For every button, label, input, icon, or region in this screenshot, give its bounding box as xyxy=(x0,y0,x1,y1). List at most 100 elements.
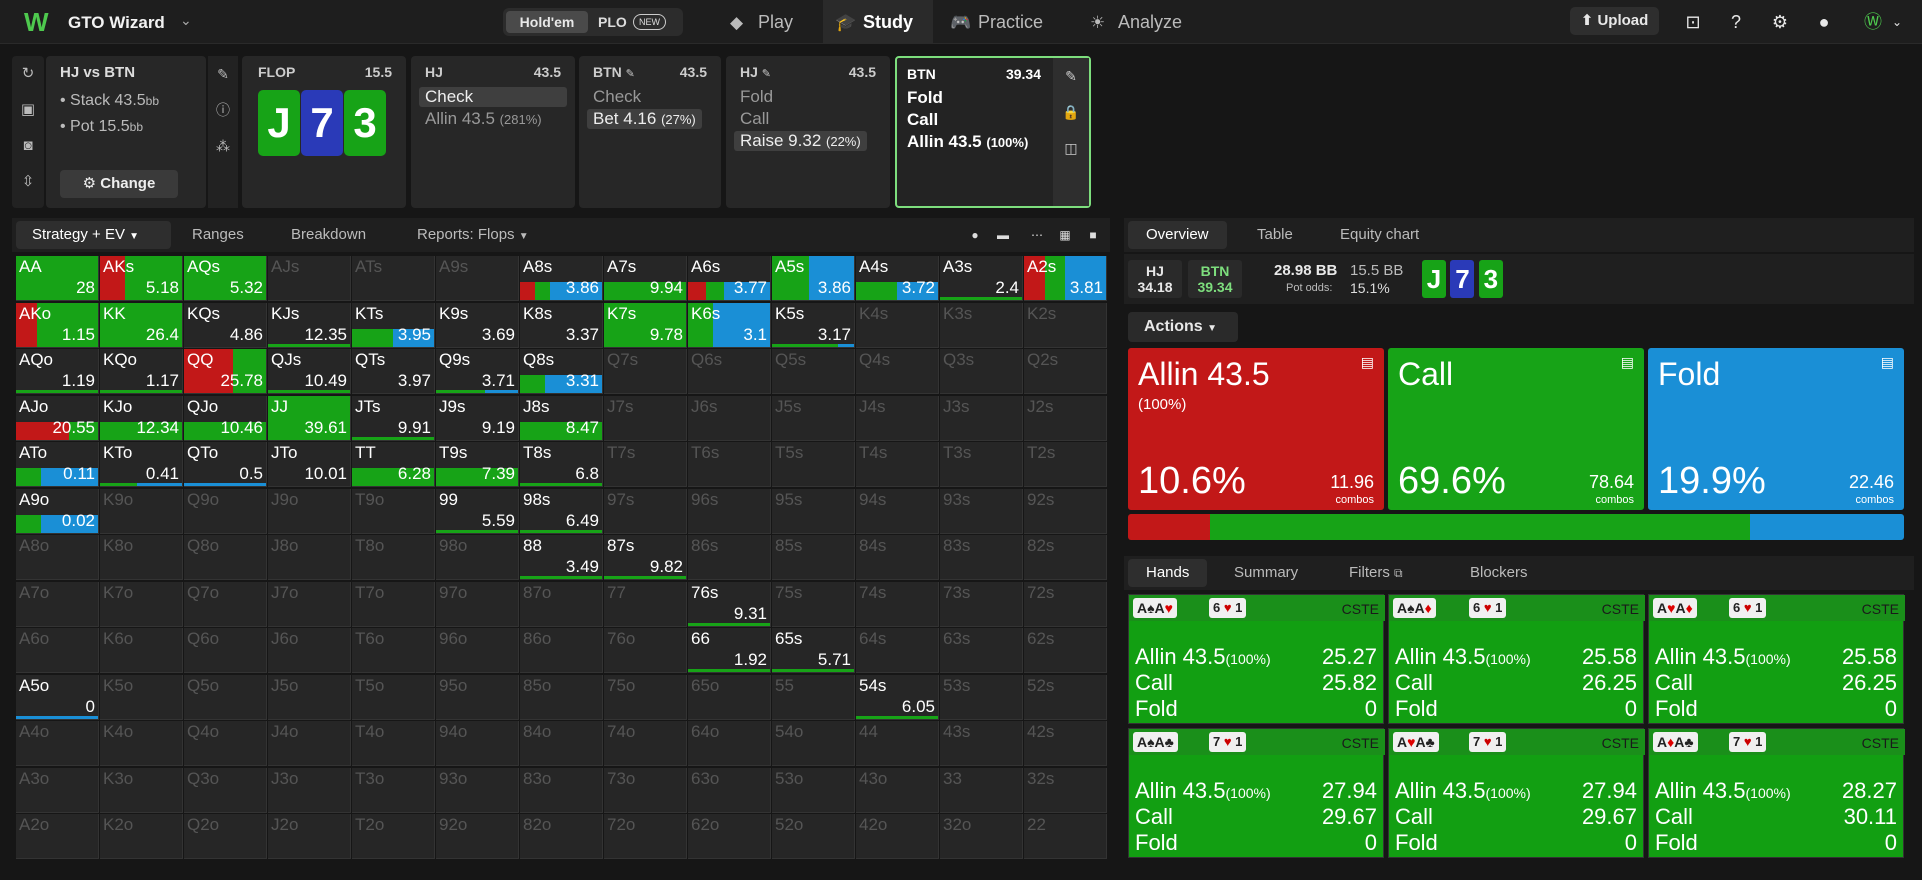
hand-cell[interactable]: JTo 10.01 xyxy=(268,442,351,487)
hand-cell[interactable]: T3s xyxy=(940,442,1023,487)
hand-cell[interactable]: 96s xyxy=(688,488,771,534)
tab-filters[interactable]: Filters ⧉ xyxy=(1349,564,1403,581)
hand-cell[interactable]: 63o xyxy=(688,767,771,813)
action-card-btn[interactable]: BTN ✎ 43.5 Check Bet 4.16 (27%) xyxy=(579,56,721,208)
hand-cell[interactable]: Q9o xyxy=(184,488,267,534)
hand-cell[interactable]: J6s xyxy=(688,395,771,441)
nav-study[interactable]: 🎓 Study xyxy=(823,0,933,44)
hand-cell[interactable]: 54s 6.05 xyxy=(856,674,939,720)
hand-cell[interactable]: 32o xyxy=(940,814,1023,859)
hand-cell[interactable]: KK 26.4 xyxy=(100,302,183,348)
hand-cell[interactable]: AKo 1.15 xyxy=(16,302,99,348)
hand-cell[interactable]: AKs 5.18 xyxy=(100,256,183,301)
hand-cell[interactable]: T6s xyxy=(688,442,771,487)
upload-button[interactable]: ⬆ Upload xyxy=(1570,7,1659,35)
hand-cell[interactable]: Q6o xyxy=(184,628,267,673)
help-icon[interactable]: ? xyxy=(1725,11,1747,33)
hand-cell[interactable]: 44 xyxy=(856,721,939,766)
hand-cell[interactable]: A6o xyxy=(16,628,99,673)
hand-cell[interactable]: 98s 6.49 xyxy=(520,488,603,534)
hand-cell[interactable]: Q5s xyxy=(772,349,855,394)
plo-tab[interactable]: PLO xyxy=(598,11,627,33)
hand-cell[interactable]: J6o xyxy=(268,628,351,673)
hand-cell[interactable]: K2o xyxy=(100,814,183,859)
hand-cell[interactable]: A4o xyxy=(16,721,99,766)
cards-view-icon[interactable]: ● xyxy=(964,225,986,245)
hand-cell[interactable]: K8o xyxy=(100,535,183,580)
hand-card[interactable]: A♥A♦ 6 ♥ 1 CSTE Allin 43.5(100%) 25.58 Call 26… xyxy=(1648,594,1905,724)
option-call[interactable]: Call xyxy=(734,109,775,129)
gamepad-icon[interactable]: ◙ xyxy=(12,128,44,164)
action-box-allin[interactable]: Allin 43.5 (100%) 10.6% 11.96 combos ▤ xyxy=(1128,348,1384,510)
holdem-tab[interactable]: Hold'em xyxy=(506,11,588,33)
hand-cell[interactable]: A2o xyxy=(16,814,99,859)
hand-cell[interactable]: 87o xyxy=(520,581,603,627)
hand-cell[interactable]: T9s 7.39 xyxy=(436,442,519,487)
hand-cell[interactable]: T8s 6.8 xyxy=(520,442,603,487)
hand-cell[interactable]: 94s xyxy=(856,488,939,534)
hand-cell[interactable]: J4s xyxy=(856,395,939,441)
settings-icon[interactable]: ⁂ xyxy=(208,128,238,164)
hand-cell[interactable]: J3s xyxy=(940,395,1023,441)
hand-cell[interactable]: T6o xyxy=(352,628,435,673)
tab-blockers[interactable]: Blockers xyxy=(1470,564,1528,581)
hand-cell[interactable]: 43s xyxy=(940,721,1023,766)
hand-card[interactable]: A♥A♣ 7 ♥ 1 CSTE Allin 43.5(100%) 27.94 Call 29… xyxy=(1388,728,1645,858)
hand-cell[interactable]: 86o xyxy=(520,628,603,673)
hand-cell[interactable]: AQo 1.19 xyxy=(16,349,99,394)
hand-cell[interactable]: A7o xyxy=(16,581,99,627)
hand-cell[interactable]: T7o xyxy=(352,581,435,627)
collapse-icon[interactable]: ⇳ xyxy=(12,164,44,200)
hand-cell[interactable]: 84o xyxy=(520,721,603,766)
user-icon[interactable]: ● xyxy=(1813,11,1835,33)
full-view-icon[interactable]: ■ xyxy=(1082,225,1104,245)
tab-table[interactable]: Table xyxy=(1257,226,1293,243)
hand-cell[interactable]: J5s xyxy=(772,395,855,441)
hand-cell[interactable]: 82s xyxy=(1024,535,1107,580)
hand-cell[interactable]: KQo 1.17 xyxy=(100,349,183,394)
option-allin[interactable]: Allin 43.5 (281%) xyxy=(419,109,548,129)
grid-icon[interactable]: ▦ xyxy=(1054,225,1076,245)
hand-cell[interactable]: K4o xyxy=(100,721,183,766)
hand-cell[interactable]: KJs 12.35 xyxy=(268,302,351,348)
reports-dropdown[interactable]: Reports: Flops ▼ xyxy=(417,226,529,243)
tab-hands[interactable]: Hands xyxy=(1128,559,1208,587)
info-icon[interactable]: ⓘ xyxy=(208,92,238,128)
hand-card[interactable]: A♠A♥ 6 ♥ 1 CSTE Allin 43.5(100%) 25.27 Call 25… xyxy=(1128,594,1385,724)
nav-practice[interactable]: 🎮 Practice xyxy=(950,0,1080,44)
hand-cell[interactable]: 43o xyxy=(856,767,939,813)
hand-cell[interactable]: A3o xyxy=(16,767,99,813)
hand-cell[interactable]: K5s 3.17 xyxy=(772,302,855,348)
hand-cell[interactable]: 73s xyxy=(940,581,1023,627)
hand-cell[interactable]: T3o xyxy=(352,767,435,813)
hand-cell[interactable]: J7o xyxy=(268,581,351,627)
hand-cell[interactable]: A5s 3.86 xyxy=(772,256,855,301)
reset-icon[interactable]: ↻ xyxy=(12,56,44,92)
hand-cell[interactable]: J7s xyxy=(604,395,687,441)
hand-cell[interactable]: J2s xyxy=(1024,395,1107,441)
hand-cell[interactable]: T5s xyxy=(772,442,855,487)
hand-cell[interactable]: 55 xyxy=(772,674,855,720)
flop-card[interactable]: FLOP 15.5 J73 xyxy=(242,56,406,208)
hand-cell[interactable]: 95s xyxy=(772,488,855,534)
hand-cell[interactable]: 87s 9.82 xyxy=(604,535,687,580)
details-icon[interactable]: ▤ xyxy=(1621,354,1634,371)
option-call[interactable]: Call xyxy=(901,110,944,130)
hand-cell[interactable]: 97s xyxy=(604,488,687,534)
hand-cell[interactable]: 84s xyxy=(856,535,939,580)
tab-equity-chart[interactable]: Equity chart xyxy=(1340,226,1419,243)
hand-cell[interactable]: 92o xyxy=(436,814,519,859)
tab-ranges[interactable]: Ranges xyxy=(192,226,244,243)
hand-cell[interactable]: A3s 2.4 xyxy=(940,256,1023,301)
option-bet[interactable]: Bet 4.16 (27%) xyxy=(587,109,702,129)
gear-icon[interactable]: ⚙ xyxy=(1769,11,1791,33)
hand-cell[interactable]: 42o xyxy=(856,814,939,859)
hand-card[interactable]: A♠A♦ 6 ♥ 1 CSTE Allin 43.5(100%) 25.58 Call 26… xyxy=(1388,594,1645,724)
hand-cell[interactable]: A4s 3.72 xyxy=(856,256,939,301)
details-icon[interactable]: ▤ xyxy=(1881,354,1894,371)
split-view-icon[interactable]: ▬ xyxy=(992,225,1014,245)
hand-cell[interactable]: Q2s xyxy=(1024,349,1107,394)
hand-cell[interactable]: AJs xyxy=(268,256,351,301)
compare-icon[interactable]: ◫ xyxy=(1053,130,1089,166)
hand-cell[interactable]: 82o xyxy=(520,814,603,859)
